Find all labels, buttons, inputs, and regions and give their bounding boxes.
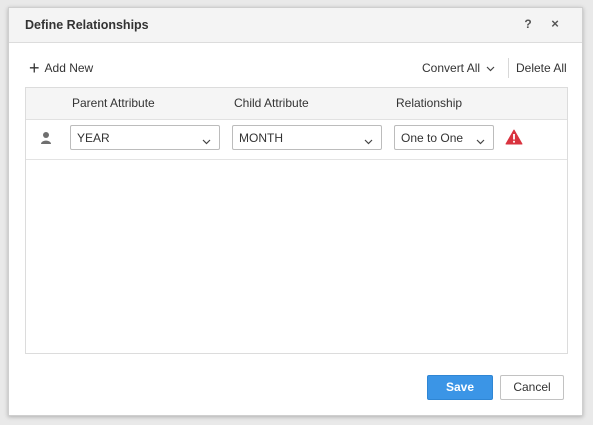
add-new-label: Add New bbox=[44, 61, 94, 75]
toolbar-divider bbox=[508, 58, 509, 78]
relationship-select[interactable]: One to One bbox=[394, 125, 494, 150]
help-icon[interactable]: ? bbox=[520, 16, 536, 32]
grid-header: Parent Attribute Child Attribute Relatio… bbox=[26, 88, 567, 120]
child-attribute-select[interactable]: MONTH bbox=[232, 125, 382, 150]
parent-attribute-value: YEAR bbox=[77, 131, 110, 145]
column-header-parent-attribute: Parent Attribute bbox=[72, 96, 155, 110]
column-header-child-attribute: Child Attribute bbox=[234, 96, 309, 110]
chevron-down-icon bbox=[364, 134, 373, 148]
chevron-down-icon bbox=[476, 134, 485, 148]
relationships-grid: Parent Attribute Child Attribute Relatio… bbox=[25, 87, 568, 354]
table-row: YEAR MONTH One to One bbox=[26, 119, 567, 160]
define-relationships-dialog: Define Relationships ? × + Add New Conve… bbox=[8, 7, 583, 416]
user-icon bbox=[40, 131, 52, 145]
chevron-down-icon bbox=[486, 61, 495, 75]
delete-all-button[interactable]: Delete All bbox=[516, 61, 567, 75]
convert-all-label: Convert All bbox=[422, 61, 481, 75]
dialog-titlebar: Define Relationships ? × bbox=[9, 8, 582, 43]
chevron-down-icon bbox=[202, 134, 211, 148]
save-button[interactable]: Save bbox=[427, 375, 493, 400]
close-icon[interactable]: × bbox=[547, 16, 563, 32]
cancel-button[interactable]: Cancel bbox=[500, 375, 564, 400]
column-header-relationship: Relationship bbox=[396, 96, 463, 110]
relationship-value: One to One bbox=[401, 131, 464, 145]
dialog-title: Define Relationships bbox=[25, 18, 149, 32]
warning-icon[interactable] bbox=[505, 129, 523, 145]
parent-attribute-select[interactable]: YEAR bbox=[70, 125, 220, 150]
add-new-button[interactable]: + Add New bbox=[29, 58, 93, 78]
convert-all-dropdown[interactable]: Convert All bbox=[422, 61, 495, 75]
plus-icon: + bbox=[29, 58, 40, 78]
relationships-toolbar: + Add New Convert All Delete All bbox=[9, 52, 582, 82]
child-attribute-value: MONTH bbox=[239, 131, 283, 145]
